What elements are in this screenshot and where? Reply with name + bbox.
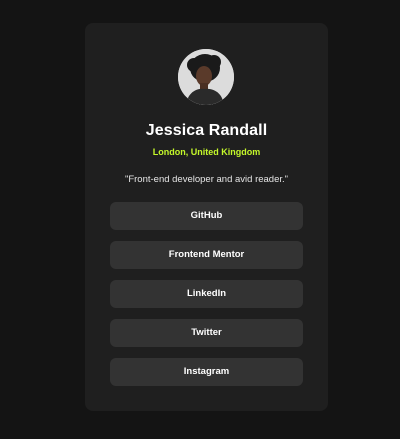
profile-bio: "Front-end developer and avid reader." bbox=[124, 174, 289, 185]
instagram-link-button[interactable]: Instagram bbox=[110, 358, 303, 386]
avatar-image bbox=[178, 49, 234, 105]
profile-card: Jessica Randall London, United Kingdom "… bbox=[85, 23, 328, 411]
linkedin-link-button[interactable]: LinkedIn bbox=[110, 280, 303, 308]
frontend-mentor-link-button[interactable]: Frontend Mentor bbox=[110, 241, 303, 269]
profile-location: London, United Kingdom bbox=[152, 147, 261, 157]
social-links-list: GitHub Frontend Mentor LinkedIn Twitter … bbox=[110, 202, 303, 397]
github-link-button[interactable]: GitHub bbox=[110, 202, 303, 230]
twitter-link-button[interactable]: Twitter bbox=[110, 319, 303, 347]
profile-name: Jessica Randall bbox=[145, 122, 268, 139]
avatar bbox=[178, 49, 234, 105]
